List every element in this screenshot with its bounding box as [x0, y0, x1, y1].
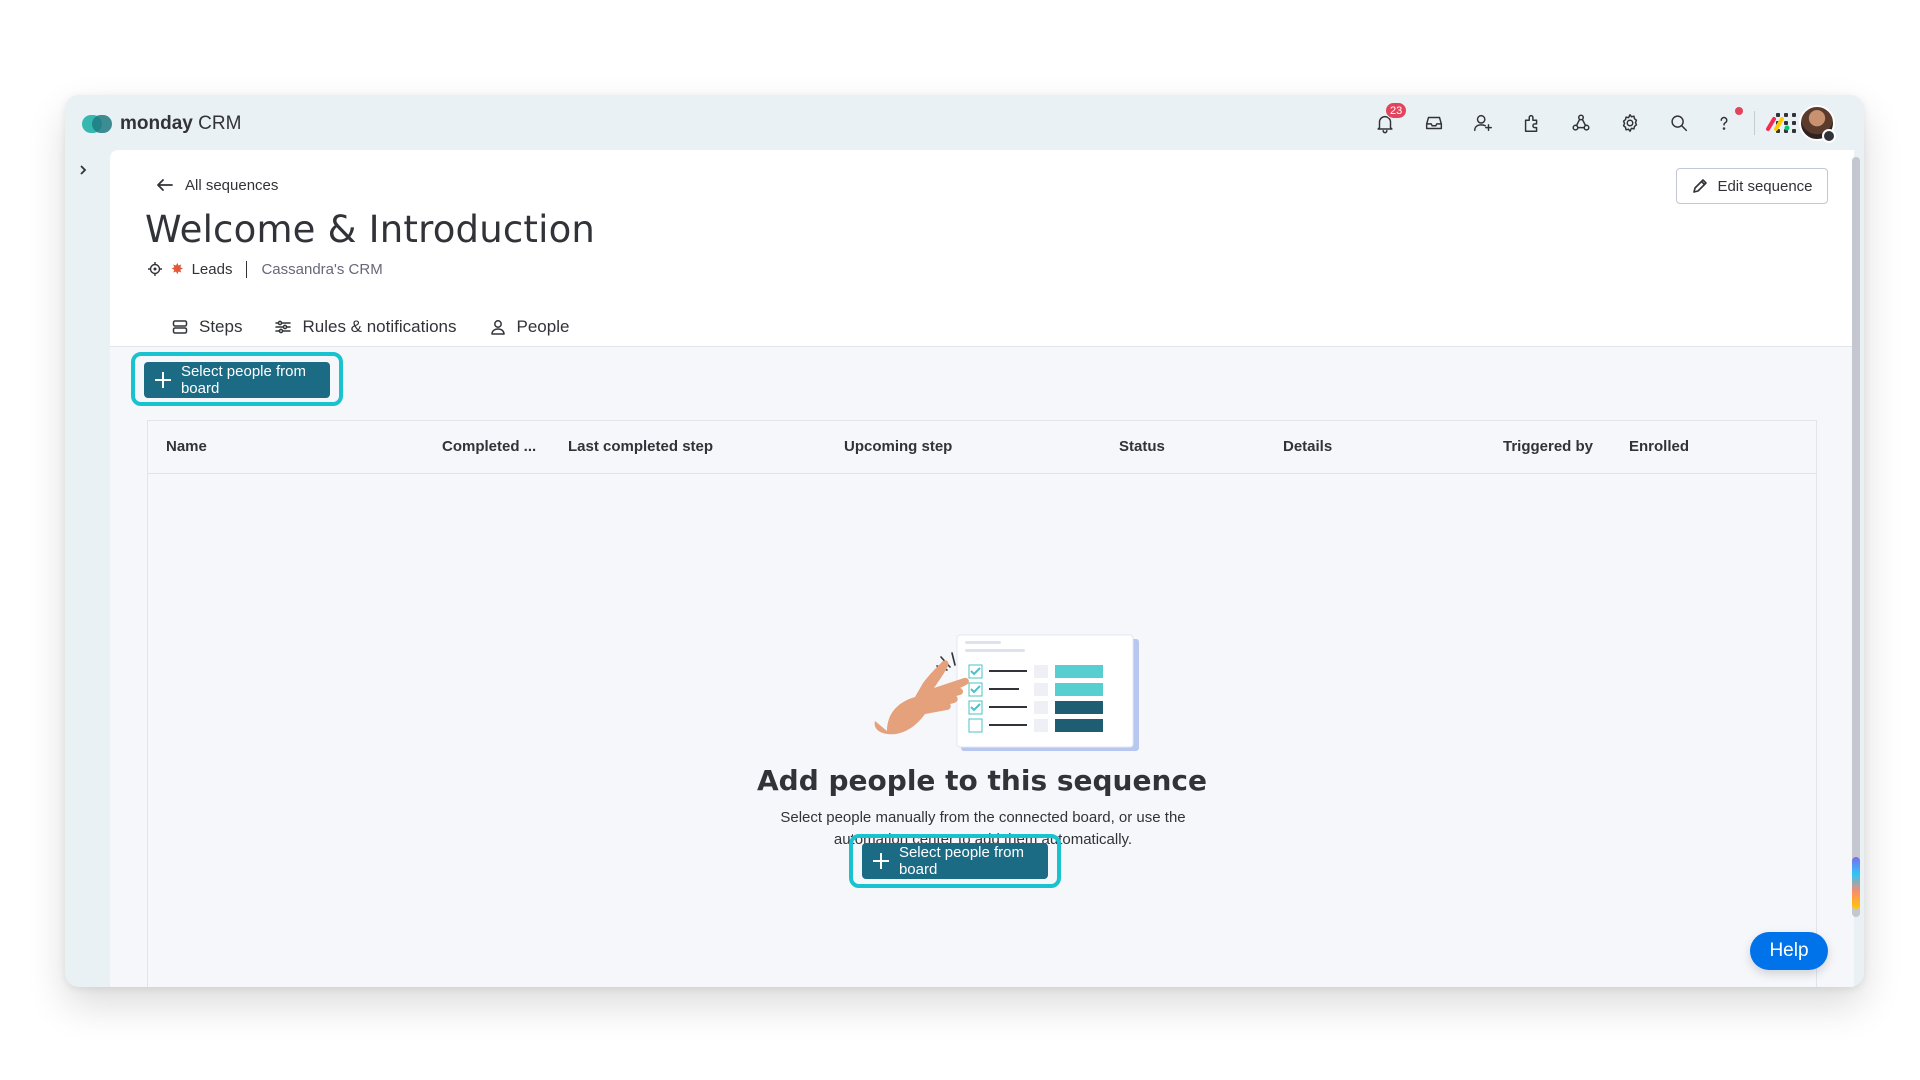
vertical-scrollbar[interactable] [1852, 157, 1860, 917]
divider [1754, 111, 1755, 135]
settings-icon[interactable] [1616, 109, 1644, 137]
notification-count-badge: 23 [1385, 102, 1408, 119]
page-title: Welcome & Introduction [145, 208, 596, 251]
arrow-left-icon [157, 179, 173, 191]
edit-sequence-label: Edit sequence [1717, 177, 1813, 195]
target-icon [148, 262, 162, 276]
pencil-icon [1693, 179, 1708, 193]
search-icon[interactable] [1665, 109, 1693, 137]
top-bar: monday CRM 23 [65, 95, 1864, 150]
plus-icon [872, 852, 889, 870]
brand-name: monday CRM [120, 113, 242, 134]
people-table: Name Completed ... Last completed step U… [147, 420, 1817, 987]
back-to-all-sequences[interactable]: All sequences [155, 175, 278, 195]
sequence-tabs: Steps Rules & notifications People [155, 307, 586, 349]
help-notification-dot [1735, 107, 1743, 115]
monday-product-switcher-icon[interactable] [1765, 112, 1791, 134]
monday-crm-logo[interactable]: monday CRM [82, 113, 241, 135]
sliders-icon [275, 320, 292, 334]
app-window: monday CRM 23 All sequences Edit sequenc… [65, 95, 1864, 987]
empty-state-title: Add people to this sequence [757, 764, 1207, 797]
expand-sidebar-icon[interactable] [73, 160, 93, 180]
monday-logo-icon [82, 114, 112, 134]
people-tab-content: Select people from board Name Completed … [110, 346, 1854, 987]
tab-label: Steps [199, 317, 243, 336]
assistant-indicator [1852, 857, 1860, 909]
select-people-button[interactable]: Select people from board [144, 362, 330, 398]
help-icon[interactable] [1710, 109, 1738, 137]
empty-state: Add people to this sequence Select peopl… [148, 421, 1816, 987]
main-panel: All sequences Edit sequence Welcome & In… [110, 150, 1854, 987]
avatar-status-icon [1822, 129, 1836, 143]
empty-state-select-people-button[interactable]: Select people from board [862, 843, 1048, 879]
back-label: All sequences [185, 176, 279, 194]
invite-members-icon[interactable] [1469, 109, 1497, 137]
select-people-label: Select people from board [898, 844, 1025, 878]
board-breadcrumb: ✸ Leads Cassandra's CRM [147, 260, 383, 278]
pointing-hand-checklist-illustration [874, 634, 1139, 751]
tab-people[interactable]: People [472, 307, 586, 349]
tab-label: People [516, 317, 570, 336]
plus-icon [154, 371, 171, 389]
workspace-name[interactable]: Cassandra's CRM [261, 261, 382, 278]
apps-icon[interactable] [1518, 109, 1546, 137]
tab-rules-notifications[interactable]: Rules & notifications [258, 307, 472, 347]
integrations-icon[interactable] [1567, 109, 1595, 137]
edit-sequence-button[interactable]: Edit sequence [1676, 168, 1828, 204]
divider [246, 260, 248, 278]
help-button[interactable]: Help [1750, 932, 1828, 970]
tab-steps[interactable]: Steps [155, 307, 258, 347]
select-people-label: Select people from board [180, 363, 307, 397]
steps-icon [172, 320, 188, 334]
person-icon [490, 320, 505, 335]
board-name[interactable]: Leads [192, 261, 233, 278]
tab-label: Rules & notifications [302, 317, 457, 336]
inbox-icon[interactable] [1420, 109, 1448, 137]
leads-board-icon: ✸ [171, 261, 184, 278]
